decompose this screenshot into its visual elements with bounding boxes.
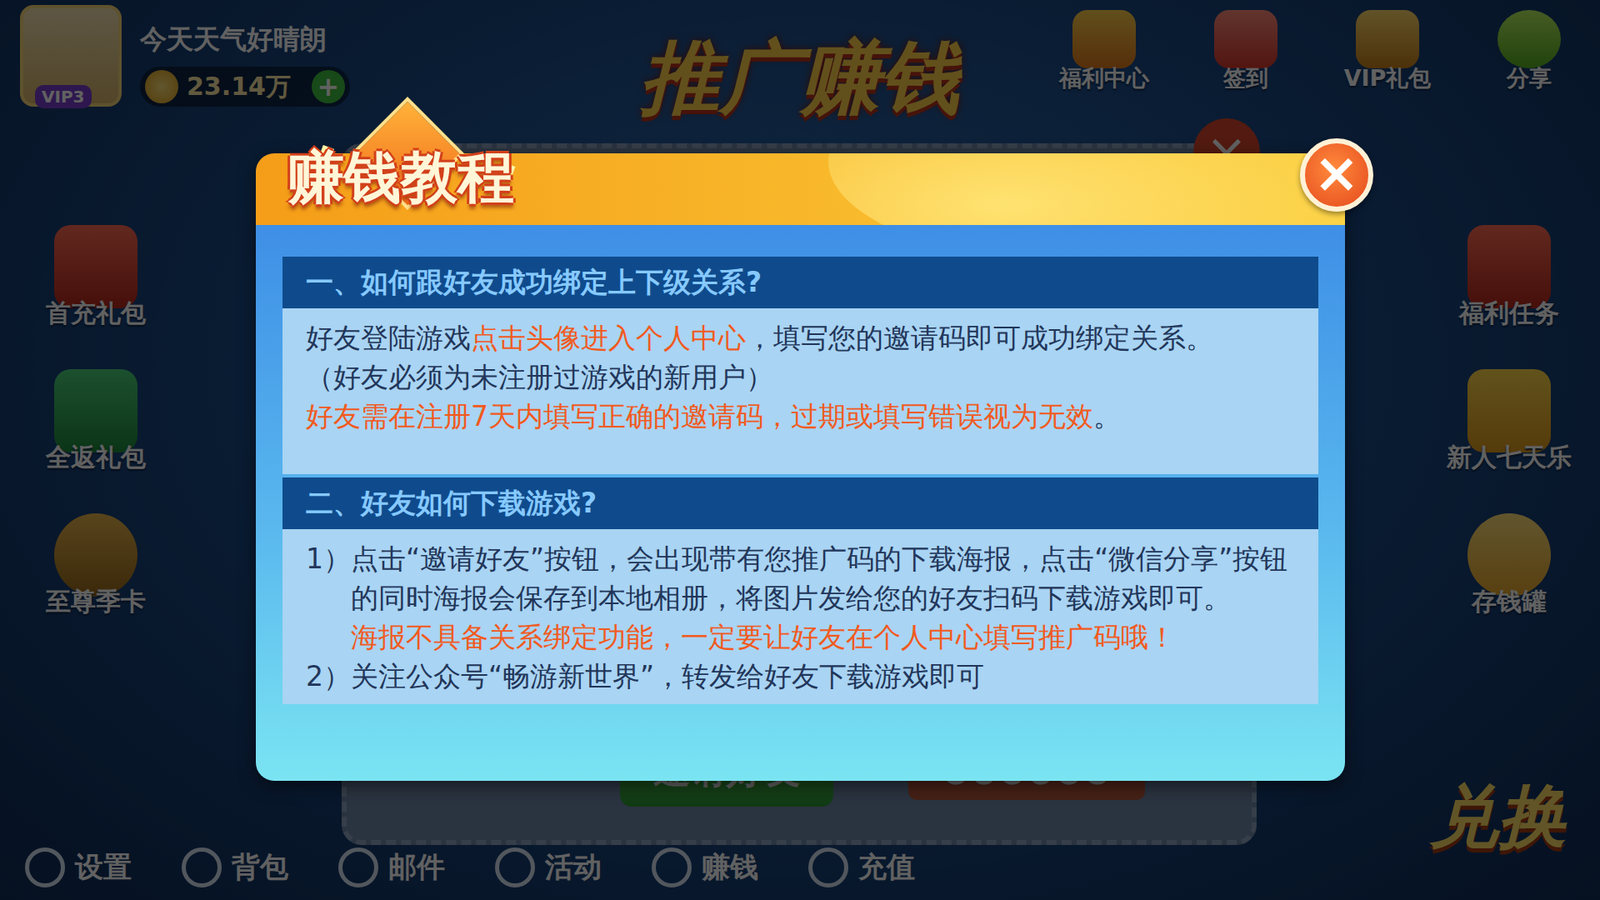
tutorial-dialog: 赚钱教程×一、如何跟好友成功绑定上下级关系?好友登陆游戏点击头像进入个人中心，填… <box>255 153 1345 781</box>
close-button[interactable]: × <box>1300 138 1374 212</box>
title-badge: 赚钱教程 <box>280 95 531 245</box>
close-icon: × <box>1313 145 1360 201</box>
paragraph: 好友需在注册7天内填写正确的邀请码，过期或填写错误视为无效。 <box>305 396 1295 436</box>
header-wave <box>828 153 1345 225</box>
game-screen: VIP3今天天气好晴朗23.14万+推广赚钱福利中心签到VIP礼包分享首充礼包全… <box>0 0 1600 900</box>
text-segment: 点击“邀请好友”按钮，会出现带有您推广码的下载海报，点击“微信分享”按钮的同时海… <box>350 542 1288 615</box>
list-marker: 2） <box>305 656 351 696</box>
list-marker: 1） <box>305 539 351 657</box>
text-segment: （好友必须为未注册过游戏的新用户） <box>305 360 774 394</box>
paragraph: 关注公众号“畅游新世界”，转发给好友下载游戏即可 <box>350 656 1295 696</box>
section-heading: 一、如何跟好友成功绑定上下级关系? <box>282 256 1319 309</box>
paragraph: 好友登陆游戏点击头像进入个人中心，填写您的邀请码即可成功绑定关系。 <box>305 318 1295 358</box>
paragraph: （好友必须为未注册过游戏的新用户） <box>305 357 1295 397</box>
dialog-body: 一、如何跟好友成功绑定上下级关系?好友登陆游戏点击头像进入个人中心，填写您的邀请… <box>255 225 1345 781</box>
paragraph: 点击“邀请好友”按钮，会出现带有您推广码的下载海报，点击“微信分享”按钮的同时海… <box>350 539 1295 618</box>
list-item-content: 点击“邀请好友”按钮，会出现带有您推广码的下载海报，点击“微信分享”按钮的同时海… <box>350 539 1295 657</box>
list-item-content: 关注公众号“畅游新世界”，转发给好友下载游戏即可 <box>350 656 1295 696</box>
tutorial-content[interactable]: 一、如何跟好友成功绑定上下级关系?好友登陆游戏点击头像进入个人中心，填写您的邀请… <box>282 256 1319 748</box>
section-body: 好友登陆游戏点击头像进入个人中心，填写您的邀请码即可成功绑定关系。（好友必须为未… <box>282 308 1319 475</box>
text-segment: 好友登陆游戏 <box>305 321 471 355</box>
tutorial-section: 二、好友如何下载游戏? 1）点击“邀请好友”按钮，会出现带有您推广码的下载海报，点… <box>282 477 1319 705</box>
text-segment: 海报不具备关系绑定功能，一定要让好友在个人中心填写推广码哦！ <box>350 620 1176 654</box>
text-segment: 点击头像进入个人中心 <box>470 321 746 355</box>
list-item: 1）点击“邀请好友”按钮，会出现带有您推广码的下载海报，点击“微信分享”按钮的同… <box>305 539 1295 657</box>
text-segment: 关注公众号“畅游新世界”，转发给好友下载游戏即可 <box>350 660 985 693</box>
text-segment: 。 <box>1093 400 1121 433</box>
tutorial-section: 一、如何跟好友成功绑定上下级关系?好友登陆游戏点击头像进入个人中心，填写您的邀请… <box>282 256 1319 475</box>
text-segment: ，填写您的邀请码即可成功绑定关系。 <box>745 321 1214 355</box>
list-item: 2）关注公众号“畅游新世界”，转发给好友下载游戏即可 <box>305 656 1295 696</box>
section-body: 1）点击“邀请好友”按钮，会出现带有您推广码的下载海报，点击“微信分享”按钮的同… <box>282 529 1319 705</box>
section-heading: 二、好友如何下载游戏? <box>282 477 1319 530</box>
text-segment: 好友需在注册7天内填写正确的邀请码，过期或填写错误视为无效 <box>305 400 1094 433</box>
dialog-title: 赚钱教程 <box>287 143 515 212</box>
paragraph: 海报不具备关系绑定功能，一定要让好友在个人中心填写推广码哦！ <box>350 617 1295 657</box>
